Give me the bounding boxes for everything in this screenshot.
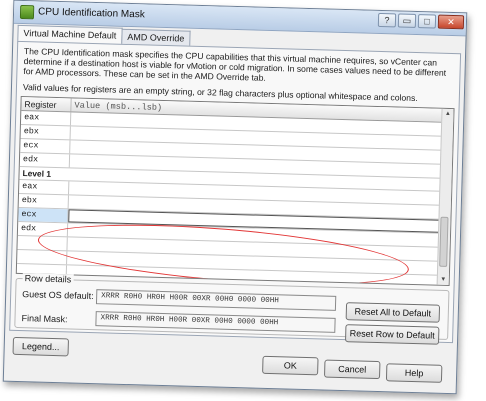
scroll-down-icon[interactable]: ▼ <box>438 275 449 285</box>
register-cell: ebx <box>18 194 69 209</box>
reset-all-button[interactable]: Reset All to Default <box>345 302 441 323</box>
scroll-thumb[interactable] <box>439 216 449 267</box>
maximize-icon[interactable]: □ <box>417 14 437 29</box>
tab-panel: The CPU Identification mask specifies th… <box>9 40 462 344</box>
register-cell: ecx <box>20 138 71 154</box>
column-header-register[interactable]: Register <box>21 97 72 112</box>
description-text: The CPU Identification mask specifies th… <box>23 46 447 83</box>
scroll-up-icon[interactable]: ▲ <box>442 109 453 119</box>
restore-icon[interactable]: ▭ <box>397 13 417 28</box>
final-mask-label: Final Mask: <box>21 313 68 325</box>
register-cell: ecx <box>18 208 69 223</box>
level-label: Level 1 <box>22 167 52 179</box>
reset-row-button[interactable]: Reset Row to Default <box>344 324 440 345</box>
final-mask-value: XRRR R0H0 HR0H H00R 00XR 00H0 0000 00HH <box>95 311 336 333</box>
register-grid[interactable]: Register Value (msb...lsb) eax ebx ecx e… <box>15 95 455 287</box>
legend-button[interactable]: Legend... <box>12 336 69 357</box>
cancel-button[interactable]: Cancel <box>323 359 381 380</box>
guest-os-default-label: Guest OS default: <box>22 289 94 302</box>
register-cell: ebx <box>20 124 71 140</box>
guest-os-default-value: XRRR R0H0 HR0H H00R 00XR 00H0 0000 00HH <box>95 289 337 311</box>
window-title: CPU Identification Mask <box>37 6 145 21</box>
help-icon[interactable]: ? <box>377 12 397 28</box>
cpu-id-mask-dialog: CPU Identification Mask ? ▭ □ ✕ Virtual … <box>2 0 468 395</box>
window-controls: ? ▭ □ ✕ <box>376 12 465 30</box>
register-cell: eax <box>19 180 70 195</box>
close-icon[interactable]: ✕ <box>437 14 465 30</box>
ok-button[interactable]: OK <box>262 355 319 376</box>
row-details-legend: Row details <box>22 273 74 285</box>
register-cell: edx <box>19 152 71 167</box>
app-icon <box>19 4 35 20</box>
help-button[interactable]: Help <box>385 363 443 383</box>
register-cell: eax <box>20 111 72 126</box>
